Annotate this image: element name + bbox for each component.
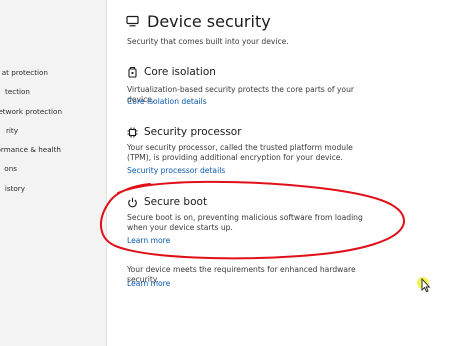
page-title: Device security	[147, 11, 271, 31]
security-processor-title: Security processor	[144, 126, 242, 138]
secure-boot-title: Secure boot	[144, 196, 208, 208]
security-processor-header: Security processor	[127, 125, 242, 139]
sidebar-item-performance-health[interactable]: ormance & health	[0, 143, 61, 157]
secure-boot-learn-more-link[interactable]: Learn more	[127, 236, 170, 245]
device-shield-icon	[126, 12, 139, 31]
sidebar-item-account-protection[interactable]: tection	[0, 85, 30, 99]
power-shield-icon	[127, 193, 138, 212]
sidebar-item-protection-history[interactable]: istory	[0, 182, 25, 196]
page-subtitle: Security that comes built into your devi…	[127, 37, 289, 46]
core-isolation-title: Core isolation	[144, 66, 216, 78]
security-processor-details-link[interactable]: Security processor details	[127, 166, 225, 175]
sidebar-item-virus-threat-protection[interactable]: at protection	[0, 66, 48, 80]
core-isolation-details-link[interactable]: Core isolation details	[127, 97, 207, 106]
secure-boot-description: Secure boot is on, preventing malicious …	[127, 213, 363, 232]
page-header: Device security	[126, 10, 271, 32]
chip-icon	[127, 123, 138, 142]
mouse-cursor-icon	[416, 276, 432, 298]
sidebar-item-device-security[interactable]: rity	[0, 124, 18, 138]
sidebar-nav: at protection tection etwork protection …	[0, 0, 107, 346]
sidebar-item-family-options[interactable]: ons	[0, 162, 17, 176]
core-isolation-icon	[127, 63, 138, 82]
core-isolation-header: Core isolation	[127, 65, 216, 79]
sidebar-item-firewall-network-protection[interactable]: etwork protection	[0, 105, 62, 119]
secure-boot-header: Secure boot	[127, 195, 207, 209]
security-processor-description: Your security processor, called the trus…	[127, 143, 353, 162]
hardware-security-learn-more-link[interactable]: Learn more	[127, 279, 170, 288]
